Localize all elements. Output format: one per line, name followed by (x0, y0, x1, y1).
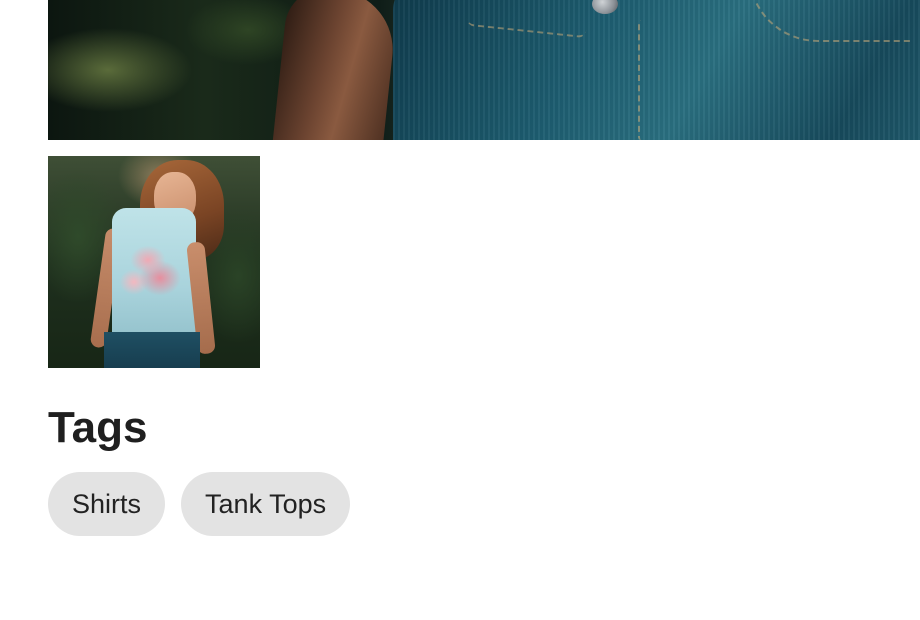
product-page: Tags Shirts Tank Tops (0, 0, 920, 620)
product-thumbnail[interactable] (48, 156, 260, 368)
tag-shirts[interactable]: Shirts (48, 472, 166, 536)
fly-seam-graphic (638, 20, 644, 140)
thumbnail-tank-top (112, 208, 196, 340)
tags-heading: Tags (48, 403, 148, 452)
tag-list: Shirts Tank Tops (48, 472, 351, 536)
main-product-image (48, 0, 920, 140)
thumbnail-jeans (104, 332, 200, 368)
tag-tank-tops[interactable]: Tank Tops (181, 472, 351, 536)
arm-graphic (271, 0, 399, 140)
